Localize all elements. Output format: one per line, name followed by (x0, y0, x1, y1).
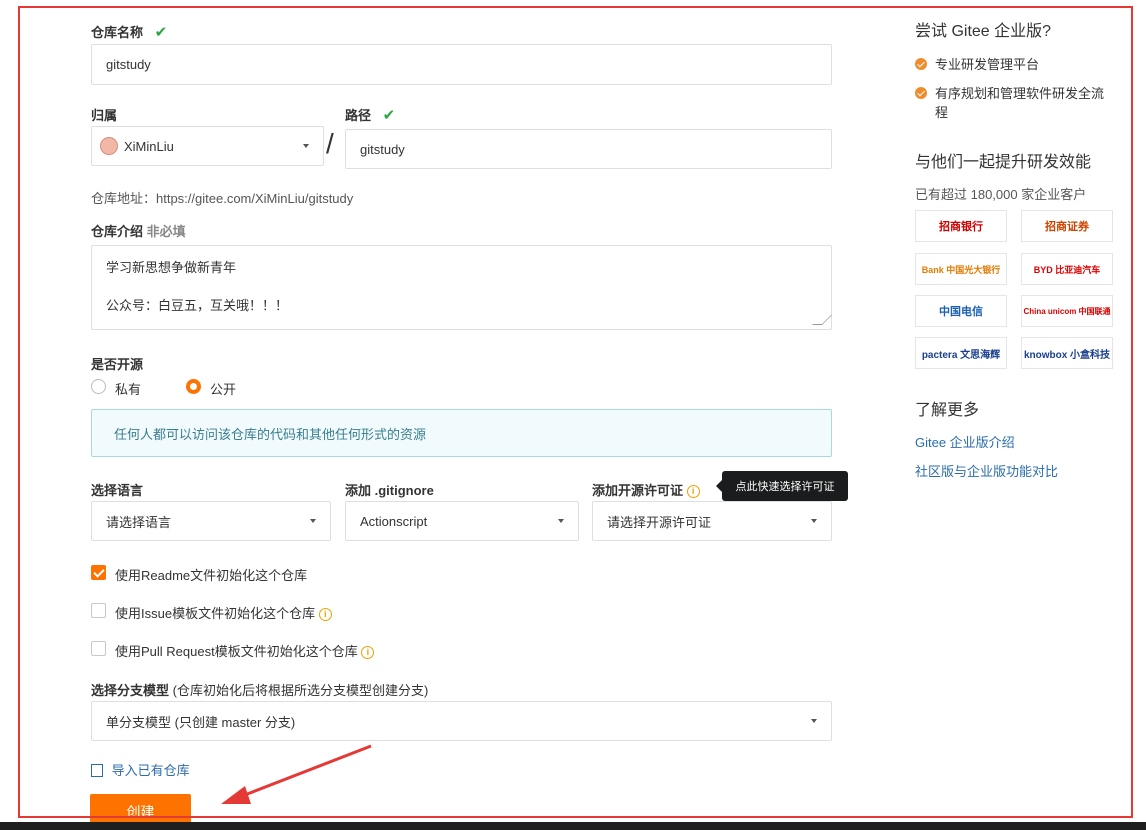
info-icon[interactable]: i (361, 646, 375, 660)
init-issue-label: 使用Issue模板文件初始化这个仓库 i (115, 603, 332, 622)
gitignore-select[interactable]: Actionscript (345, 501, 579, 541)
logo-pactera: pactera 文思海辉 (915, 337, 1007, 369)
logo-china-unicom: China unicom 中国联通 (1021, 295, 1113, 327)
open-source-label: 是否开源 (91, 357, 144, 372)
radio-public[interactable] (186, 379, 201, 394)
repo-name-valid-icon: ✔ (154, 24, 168, 41)
language-label: 选择语言 (91, 483, 144, 498)
path-label: 路径 ✔ (345, 107, 396, 124)
logo-ceb: Bank 中国光大银行 (915, 253, 1007, 285)
branch-model-value: 单分支模型 (只创建 master 分支) (106, 714, 296, 730)
logo-knowbox: knowbox 小盒科技 (1021, 337, 1113, 369)
radio-private[interactable] (91, 379, 106, 394)
import-icon (91, 764, 103, 777)
public-hint-box: 任何人都可以访问该仓库的代码和其他任何形式的资源 (91, 409, 832, 457)
path-valid-icon: ✔ (382, 107, 396, 124)
license-tooltip: 点此快速选择许可证 (716, 471, 848, 501)
logo-china-telecom: 中国电信 (915, 295, 1007, 327)
branch-model-hint: (仓库初始化后将根据所选分支模型创建分支) (172, 683, 429, 698)
info-icon[interactable]: i (686, 485, 700, 499)
chevron-down-icon (558, 519, 564, 523)
public-hint-text: 任何人都可以访问该仓库的代码和其他任何形式的资源 (114, 426, 427, 442)
repo-name-label: 仓库名称 ✔ (91, 24, 168, 41)
init-pr-label: 使用Pull Request模板文件初始化这个仓库 i (115, 641, 375, 660)
path-separator: / (326, 128, 334, 159)
sidebar-more-title: 了解更多 (915, 402, 980, 419)
enterprise-intro-link[interactable]: Gitee 企业版介绍 (915, 432, 1015, 451)
info-icon[interactable]: i (318, 608, 332, 622)
import-repo-link[interactable]: 导入已有仓库 (91, 760, 190, 779)
init-issue-checkbox[interactable] (91, 603, 106, 618)
chevron-down-icon (310, 519, 316, 523)
branch-model-label: 选择分支模型 (仓库初始化后将根据所选分支模型创建分支) (91, 683, 429, 698)
chevron-down-icon (811, 519, 817, 523)
chevron-down-icon (303, 144, 309, 148)
init-readme-label: 使用Readme文件初始化这个仓库 (115, 568, 308, 583)
owner-value: XiMinLiu (124, 138, 174, 154)
edition-compare-link[interactable]: 社区版与企业版功能对比 (915, 461, 1058, 480)
optional-tag: 非必填 (146, 224, 186, 239)
repo-name-value: gitstudy (106, 57, 151, 72)
feature-item: 专业研发管理平台 (915, 54, 1039, 73)
owner-label: 归属 (91, 108, 118, 123)
check-circle-icon (915, 87, 927, 99)
license-select[interactable]: 请选择开源许可证 (592, 501, 832, 541)
license-value: 请选择开源许可证 (607, 514, 712, 530)
description-textarea[interactable]: 学习新思想争做新青年 公众号：白豆五，互关哦！！！ (91, 245, 832, 330)
logo-byd: BYD 比亚迪汽车 (1021, 253, 1113, 285)
sidebar-try-title: 尝试 Gitee 企业版? (915, 23, 1052, 40)
gitignore-label: 添加 .gitignore (345, 483, 434, 498)
path-input[interactable]: gitstudy (345, 129, 832, 169)
init-pr-checkbox[interactable] (91, 641, 106, 656)
path-value: gitstudy (360, 141, 405, 157)
sidebar-together-title: 与他们一起提升研发效能 (915, 154, 1092, 171)
avatar (100, 137, 118, 155)
check-circle-icon (915, 58, 927, 70)
init-readme-checkbox[interactable] (91, 565, 106, 580)
logo-cmb: 招商银行 (915, 210, 1007, 242)
logo-cmbs: 招商证券 (1021, 210, 1113, 242)
description-label: 仓库介绍 非必填 (91, 224, 186, 239)
annotation-arrow-icon (221, 744, 372, 804)
language-value: 请选择语言 (106, 514, 172, 530)
branch-model-select[interactable]: 单分支模型 (只创建 master 分支) (91, 701, 832, 741)
repo-address: 仓库地址：https://gitee.com/XiMinLiu/gitstudy (91, 191, 354, 206)
gitignore-value: Actionscript (360, 513, 428, 529)
chevron-down-icon (811, 719, 817, 723)
radio-private-label: 私有 (115, 382, 142, 397)
feature-item: 有序规划和管理软件研发全流程 (915, 84, 1115, 122)
radio-public-label: 公开 (210, 382, 237, 397)
taskbar-strip (0, 822, 1146, 830)
owner-select[interactable]: XiMinLiu (91, 126, 324, 166)
license-label: 添加开源许可证 i (592, 480, 700, 499)
language-select[interactable]: 请选择语言 (91, 501, 331, 541)
sidebar-customers: 已有超过 180,000 家企业客户 (915, 187, 1087, 202)
repo-name-input[interactable]: gitstudy (91, 44, 832, 85)
